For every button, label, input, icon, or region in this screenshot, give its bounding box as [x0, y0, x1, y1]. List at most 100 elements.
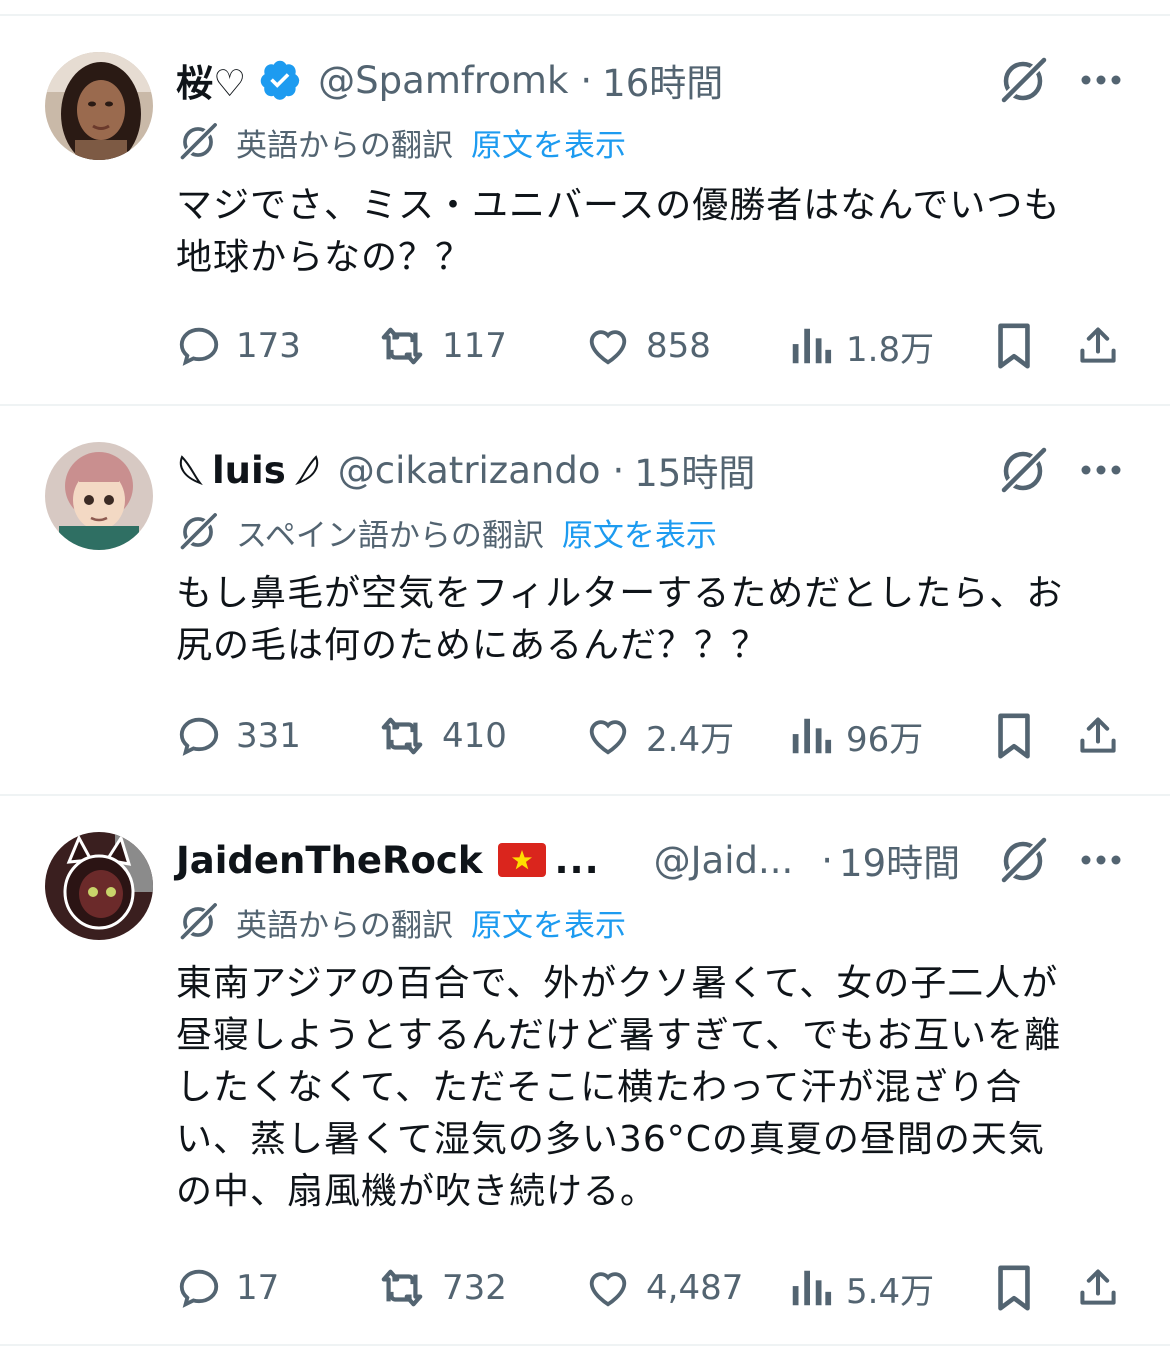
separator-dot: ·	[612, 448, 625, 492]
display-name[interactable]: luis	[212, 449, 286, 492]
show-original-link[interactable]: 原文を表示	[471, 900, 626, 945]
tweet-header: luis @cikatrizando · 15時間	[176, 442, 755, 498]
tweet-header: 桜♡ @Spamfromk · 16時間	[176, 52, 723, 108]
translation-row: 英語からの翻訳 原文を表示	[176, 898, 626, 946]
tweet-body-line: マジでさ、ミス・ユニバースの優勝者はなんでいつも	[176, 185, 1061, 226]
more-icon[interactable]	[1080, 852, 1122, 866]
reply-icon	[179, 327, 219, 366]
share-button[interactable]	[1076, 1260, 1134, 1316]
repost-count: 117	[442, 326, 507, 366]
views-button[interactable]: 96万	[788, 708, 923, 764]
show-original-link[interactable]: 原文を表示	[562, 510, 717, 555]
views-icon	[792, 718, 832, 754]
tweet-body-line: したくなくて、ただそこに横たわって汗が混ざり合	[176, 1067, 1023, 1108]
repost-count: 410	[442, 716, 507, 756]
tweet-body-line: 東南アジアの百合で、外がクソ暑くて、女の子二人が	[176, 963, 1059, 1004]
timestamp[interactable]: 16時間	[602, 53, 723, 107]
handle[interactable]: @cikatrizando	[338, 449, 601, 492]
translation-row: 英語からの翻訳 原文を表示	[176, 118, 626, 166]
reply-count: 17	[236, 1268, 280, 1308]
translation-row: スペイン語からの翻訳 原文を表示	[176, 508, 717, 556]
timestamp[interactable]: 19時間	[839, 833, 960, 887]
divider	[0, 404, 1170, 406]
timestamp[interactable]: 15時間	[634, 443, 755, 497]
name-truncation: ...	[554, 838, 600, 882]
avatar[interactable]	[45, 52, 153, 160]
reply-icon	[179, 717, 219, 756]
bookmark-icon	[998, 713, 1030, 759]
grok-icon[interactable]	[996, 834, 1050, 888]
translate-icon	[176, 510, 220, 554]
bookmark-button[interactable]	[994, 1260, 1048, 1316]
tweet-body-line: もし鼻毛が空気をフィルターするためだとしたら、お	[176, 573, 1064, 614]
grok-icon[interactable]	[996, 54, 1050, 108]
views-icon	[792, 328, 832, 364]
reply-button[interactable]: 173	[176, 318, 301, 374]
grok-icon[interactable]	[996, 444, 1050, 498]
share-button[interactable]	[1076, 708, 1134, 764]
action-bar: 17 732 4,487 5.4万	[176, 1260, 1126, 1316]
leaf-icon	[176, 453, 206, 487]
share-icon	[1080, 1269, 1116, 1305]
repost-button[interactable]: 732	[376, 1260, 507, 1316]
tweet-body-line: 昼寝しようとするんだけど暑すぎて、でもお互いを離	[176, 1015, 1062, 1056]
verified-badge-icon[interactable]	[258, 58, 302, 102]
share-icon	[1080, 717, 1116, 753]
translate-icon	[176, 900, 220, 944]
more-icon[interactable]	[1080, 462, 1122, 476]
more-icon[interactable]	[1080, 72, 1122, 86]
show-original-link[interactable]: 原文を表示	[471, 120, 626, 165]
repost-icon	[381, 1269, 423, 1307]
views-count: 5.4万	[846, 1271, 935, 1312]
action-bar: 331 410 2.4万 96万	[176, 708, 1126, 764]
like-button[interactable]: 2.4万	[584, 708, 734, 764]
vietnam-flag-icon	[498, 843, 547, 877]
separator-dot: ·	[821, 838, 834, 882]
tweet-header: JaidenTheRock ... @Jaid... · 19時間	[176, 832, 960, 888]
like-icon	[589, 720, 627, 755]
reply-button[interactable]: 331	[176, 708, 301, 764]
views-button[interactable]: 5.4万	[788, 1260, 934, 1316]
avatar[interactable]	[45, 832, 153, 940]
translate-icon	[176, 120, 220, 164]
tweet-body-line: 地球からなの？？	[176, 237, 473, 278]
tweet-body-line: 尻の毛は何のためにあるんだ？？？	[176, 625, 769, 666]
tweet-body-line: の中、扇風機が吹き続ける。	[176, 1171, 658, 1212]
tweet-body-line: い、蒸し暑くて湿気の多い36°Cの真夏の昼間の天気	[176, 1119, 1045, 1160]
like-count: 2.4万	[646, 719, 735, 760]
tweet-body: もし鼻毛が空気をフィルターするためだとしたら、お 尻の毛は何のためにあるんだ？？…	[176, 568, 1136, 672]
views-icon	[792, 1270, 832, 1306]
bookmark-button[interactable]	[994, 708, 1048, 764]
avatar[interactable]	[45, 442, 153, 550]
like-button[interactable]: 4,487	[584, 1260, 743, 1316]
translation-label: 英語からの翻訳	[236, 907, 453, 944]
display-name[interactable]: JaidenTheRock	[176, 839, 482, 882]
reply-button[interactable]: 17	[176, 1260, 279, 1316]
views-button[interactable]: 1.8万	[788, 318, 934, 374]
action-bar: 173 117 858 1.8万	[176, 318, 1126, 374]
views-count: 1.8万	[846, 329, 935, 370]
separator-dot: ·	[580, 58, 593, 102]
divider	[0, 1344, 1170, 1346]
like-icon	[589, 1272, 627, 1307]
repost-button[interactable]: 410	[376, 708, 507, 764]
tweet-body: マジでさ、ミス・ユニバースの優勝者はなんでいつも 地球からなの？？	[176, 180, 1136, 284]
tweet-body: 東南アジアの百合で、外がクソ暑くて、女の子二人が 昼寝しようとするんだけど暑すぎ…	[176, 958, 1136, 1218]
like-button[interactable]: 858	[584, 318, 711, 374]
leaf-icon	[292, 453, 322, 487]
repost-button[interactable]: 117	[376, 318, 507, 374]
reply-icon	[179, 1269, 219, 1308]
like-icon	[589, 330, 627, 365]
translation-label: 英語からの翻訳	[236, 127, 453, 164]
bookmark-icon	[998, 1265, 1030, 1311]
repost-icon	[381, 717, 423, 755]
repost-icon	[381, 327, 423, 365]
share-button[interactable]	[1076, 318, 1134, 374]
handle[interactable]: @Spamfromk	[318, 59, 568, 102]
handle[interactable]: @Jaid...	[654, 839, 794, 882]
repost-count: 732	[442, 1268, 507, 1308]
share-icon	[1080, 327, 1116, 363]
display-name[interactable]: 桜♡	[176, 53, 246, 107]
bookmark-button[interactable]	[994, 318, 1048, 374]
bookmark-icon	[998, 323, 1030, 369]
